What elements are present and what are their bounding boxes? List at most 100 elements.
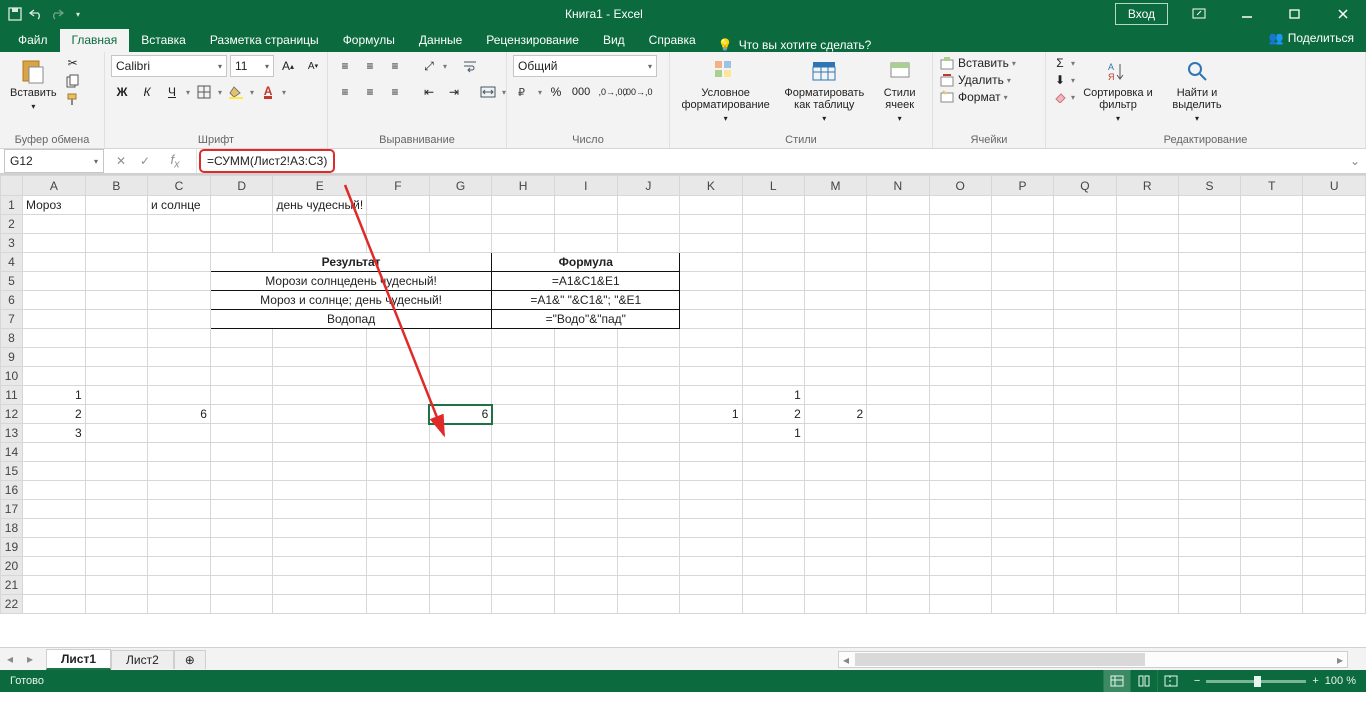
cell[interactable] bbox=[1116, 500, 1178, 519]
column-header[interactable]: I bbox=[554, 176, 617, 196]
cell[interactable] bbox=[1241, 215, 1303, 234]
cell[interactable] bbox=[1054, 443, 1116, 462]
cell[interactable] bbox=[147, 386, 210, 405]
close-icon[interactable] bbox=[1320, 0, 1366, 28]
column-header[interactable]: Q bbox=[1054, 176, 1116, 196]
cell[interactable] bbox=[804, 348, 866, 367]
cell[interactable] bbox=[991, 576, 1053, 595]
cell[interactable] bbox=[492, 348, 555, 367]
cell[interactable] bbox=[85, 595, 147, 614]
cell[interactable]: ="Водо"&"пад" bbox=[492, 310, 680, 329]
tab-data[interactable]: Данные bbox=[407, 29, 474, 52]
cell[interactable] bbox=[617, 329, 680, 348]
cell[interactable] bbox=[1303, 500, 1366, 519]
cell[interactable] bbox=[929, 367, 991, 386]
cell[interactable] bbox=[991, 367, 1053, 386]
cell[interactable] bbox=[1054, 329, 1116, 348]
cell[interactable] bbox=[742, 595, 804, 614]
cell[interactable] bbox=[929, 557, 991, 576]
column-header[interactable]: H bbox=[492, 176, 555, 196]
cell[interactable] bbox=[85, 500, 147, 519]
formula-input-highlight[interactable]: =СУММ(Лист2!A3:C3) bbox=[199, 149, 335, 173]
cell[interactable] bbox=[1116, 519, 1178, 538]
format-as-table-button[interactable]: Форматировать как таблицу▾ bbox=[779, 55, 869, 127]
cell[interactable] bbox=[617, 367, 680, 386]
sort-filter-button[interactable]: АЯ Сортировка и фильтр▾ bbox=[1079, 55, 1157, 127]
cell[interactable]: Мороз bbox=[22, 196, 85, 215]
scrollbar-thumb[interactable] bbox=[855, 653, 1145, 666]
cell[interactable] bbox=[742, 291, 804, 310]
row-header[interactable]: 15 bbox=[1, 462, 23, 481]
cell[interactable] bbox=[85, 272, 147, 291]
cell[interactable] bbox=[804, 595, 866, 614]
minimize-icon[interactable] bbox=[1224, 0, 1270, 28]
cell[interactable] bbox=[22, 538, 85, 557]
cell[interactable] bbox=[273, 424, 367, 443]
cell[interactable] bbox=[929, 424, 991, 443]
cell[interactable] bbox=[147, 348, 210, 367]
cell[interactable] bbox=[429, 462, 492, 481]
cell[interactable] bbox=[617, 500, 680, 519]
cell[interactable] bbox=[1241, 424, 1303, 443]
column-header[interactable]: J bbox=[617, 176, 680, 196]
cell[interactable] bbox=[22, 595, 85, 614]
cell[interactable] bbox=[367, 329, 430, 348]
cell[interactable] bbox=[991, 386, 1053, 405]
cell[interactable] bbox=[680, 291, 742, 310]
cell[interactable] bbox=[85, 405, 147, 424]
cell[interactable] bbox=[1241, 519, 1303, 538]
cell[interactable] bbox=[22, 557, 85, 576]
cell[interactable] bbox=[1241, 386, 1303, 405]
cell[interactable] bbox=[22, 576, 85, 595]
row-header[interactable]: 19 bbox=[1, 538, 23, 557]
cell[interactable] bbox=[742, 253, 804, 272]
cell[interactable] bbox=[867, 405, 929, 424]
cell[interactable] bbox=[929, 196, 991, 215]
cell[interactable] bbox=[804, 443, 866, 462]
cell[interactable] bbox=[210, 576, 273, 595]
cell[interactable] bbox=[1303, 557, 1366, 576]
cell[interactable] bbox=[554, 443, 617, 462]
cell[interactable] bbox=[147, 329, 210, 348]
cell[interactable] bbox=[492, 215, 555, 234]
cell[interactable] bbox=[492, 557, 555, 576]
tab-help[interactable]: Справка bbox=[637, 29, 708, 52]
cell[interactable] bbox=[867, 519, 929, 538]
cell[interactable] bbox=[804, 310, 866, 329]
cell[interactable] bbox=[867, 443, 929, 462]
cell[interactable] bbox=[554, 557, 617, 576]
cell[interactable] bbox=[273, 595, 367, 614]
cell[interactable] bbox=[1054, 500, 1116, 519]
cell[interactable] bbox=[991, 405, 1053, 424]
cell[interactable] bbox=[1241, 348, 1303, 367]
cell[interactable] bbox=[742, 538, 804, 557]
add-sheet-button[interactable]: ⊕ bbox=[174, 650, 206, 669]
cell[interactable] bbox=[429, 557, 492, 576]
cell[interactable] bbox=[492, 538, 555, 557]
cell[interactable] bbox=[1241, 538, 1303, 557]
view-page-break-icon[interactable] bbox=[1157, 670, 1184, 692]
wrap-text-icon[interactable] bbox=[459, 55, 481, 77]
row-header[interactable]: 1 bbox=[1, 196, 23, 215]
column-header[interactable]: G bbox=[429, 176, 492, 196]
cell[interactable] bbox=[804, 462, 866, 481]
cell[interactable] bbox=[804, 481, 866, 500]
cell[interactable] bbox=[680, 424, 742, 443]
cell[interactable] bbox=[273, 405, 367, 424]
view-page-layout-icon[interactable] bbox=[1130, 670, 1157, 692]
tell-me-box[interactable]: 💡 Что вы хотите сделать? bbox=[718, 38, 872, 52]
cell[interactable] bbox=[617, 196, 680, 215]
cell[interactable] bbox=[680, 253, 742, 272]
cell[interactable] bbox=[210, 595, 273, 614]
cell[interactable] bbox=[804, 367, 866, 386]
cell[interactable] bbox=[210, 481, 273, 500]
cell[interactable] bbox=[492, 576, 555, 595]
cell[interactable] bbox=[147, 557, 210, 576]
cell[interactable] bbox=[367, 443, 430, 462]
cell[interactable] bbox=[85, 234, 147, 253]
cell[interactable] bbox=[1054, 576, 1116, 595]
cell[interactable] bbox=[929, 348, 991, 367]
cell[interactable] bbox=[991, 462, 1053, 481]
cell[interactable] bbox=[1116, 424, 1178, 443]
cell[interactable] bbox=[991, 519, 1053, 538]
